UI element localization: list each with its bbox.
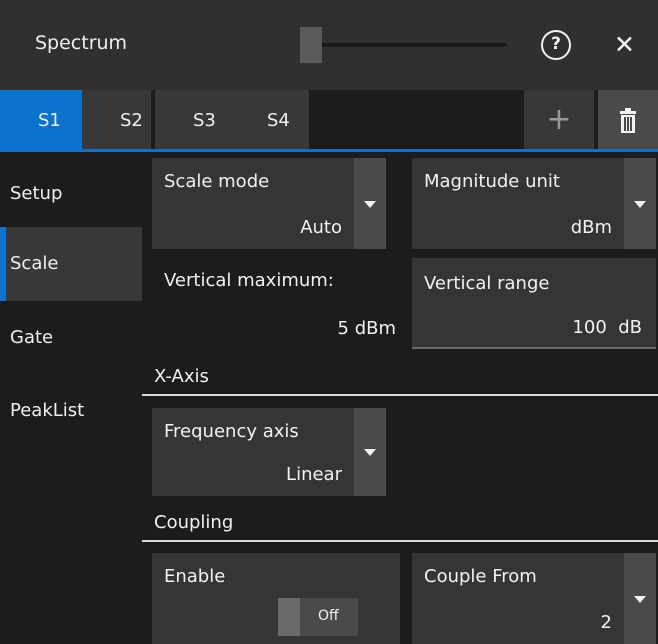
sidebar: Setup Scale Gate PeakList bbox=[0, 152, 142, 644]
vertical-range-value: 100 dB bbox=[572, 317, 642, 338]
tab-s4-label: S4 bbox=[267, 110, 290, 131]
frequency-axis-label: Frequency axis bbox=[164, 421, 299, 442]
scale-settings-panel: Scale mode Auto Magnitude unit dBm Verti… bbox=[142, 152, 658, 644]
sidebar-item-scale[interactable]: Scale bbox=[0, 227, 142, 301]
coupling-enable-field: Enable Off bbox=[152, 553, 400, 644]
add-tab-button[interactable]: + bbox=[524, 90, 594, 152]
vertical-range-label: Vertical range bbox=[424, 273, 550, 294]
tab-s2-label: S2 bbox=[120, 110, 143, 131]
trash-icon bbox=[620, 108, 636, 133]
tab-s3-label: S3 bbox=[193, 110, 216, 131]
x-axis-section-title: X-Axis bbox=[154, 366, 209, 387]
coupling-section-title: Coupling bbox=[154, 512, 234, 533]
couple-from-value: 2 bbox=[600, 612, 612, 633]
scale-mode-label: Scale mode bbox=[164, 171, 270, 192]
frequency-axis-value: Linear bbox=[286, 464, 342, 485]
tab-bar: S1 S2 S3 S4 + bbox=[0, 90, 658, 152]
section-divider bbox=[142, 394, 658, 396]
vertical-maximum-value: 5 dBm bbox=[337, 318, 396, 339]
tab-s1[interactable]: S1 bbox=[0, 90, 82, 152]
sidebar-item-setup[interactable]: Setup bbox=[0, 157, 142, 231]
tab-s1-label: S1 bbox=[38, 110, 61, 131]
chevron-down-icon[interactable] bbox=[624, 553, 656, 644]
transparency-slider-thumb[interactable] bbox=[300, 27, 322, 63]
section-divider bbox=[142, 540, 658, 542]
plus-icon: + bbox=[546, 102, 572, 137]
sidebar-item-label: Setup bbox=[10, 183, 63, 204]
toggle-state: Off bbox=[318, 608, 339, 624]
enable-label: Enable bbox=[164, 566, 226, 587]
enable-toggle[interactable]: Off bbox=[278, 598, 358, 636]
sidebar-item-label: Gate bbox=[10, 327, 54, 348]
sidebar-item-gate[interactable]: Gate bbox=[0, 301, 142, 375]
field-underline bbox=[412, 347, 656, 349]
couple-from-label: Couple From bbox=[424, 566, 537, 587]
transparency-slider-track[interactable] bbox=[322, 43, 507, 47]
couple-from-dropdown[interactable]: Couple From 2 bbox=[412, 553, 656, 644]
tab-s3[interactable]: S3 bbox=[155, 90, 229, 152]
frequency-axis-dropdown[interactable]: Frequency axis Linear bbox=[152, 408, 386, 496]
toggle-knob bbox=[278, 598, 300, 636]
delete-tab-button[interactable] bbox=[598, 90, 658, 152]
scale-mode-dropdown[interactable]: Scale mode Auto bbox=[152, 158, 386, 249]
chevron-down-icon[interactable] bbox=[354, 158, 386, 249]
magnitude-unit-value: dBm bbox=[570, 217, 612, 238]
tab-s4[interactable]: S4 bbox=[229, 90, 309, 152]
chevron-down-icon[interactable] bbox=[624, 158, 656, 249]
magnitude-unit-label: Magnitude unit bbox=[424, 171, 560, 192]
sidebar-item-peaklist[interactable]: PeakList bbox=[0, 374, 142, 448]
sidebar-item-label: Scale bbox=[10, 253, 59, 274]
scale-mode-value: Auto bbox=[300, 217, 342, 238]
vertical-range-field[interactable]: Vertical range 100 dB bbox=[412, 258, 656, 349]
magnitude-unit-dropdown[interactable]: Magnitude unit dBm bbox=[412, 158, 656, 249]
dialog-title: Spectrum bbox=[35, 32, 128, 54]
title-bar: Spectrum ? ✕ bbox=[0, 0, 658, 90]
tab-s2[interactable]: S2 bbox=[82, 90, 151, 152]
chevron-down-icon[interactable] bbox=[354, 408, 386, 496]
help-icon[interactable]: ? bbox=[541, 30, 571, 60]
vertical-maximum-label: Vertical maximum: bbox=[164, 270, 334, 291]
close-icon[interactable]: ✕ bbox=[614, 29, 635, 61]
sidebar-item-label: PeakList bbox=[10, 400, 85, 421]
